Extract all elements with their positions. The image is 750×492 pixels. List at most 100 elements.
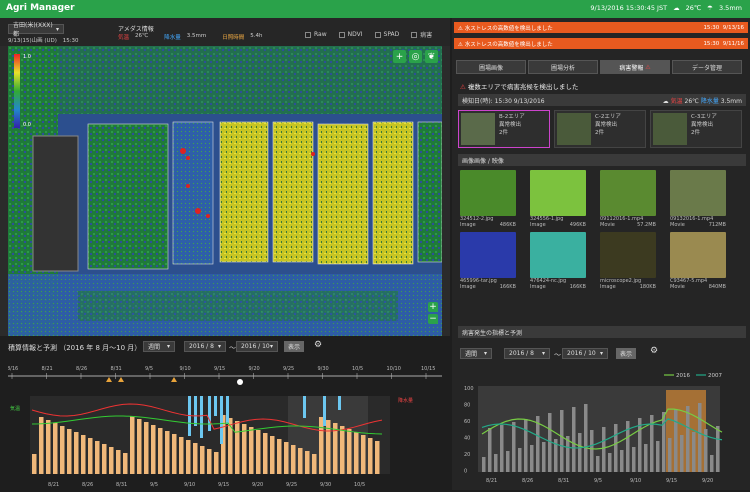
- temp-bar: [284, 442, 289, 474]
- timeline-label: 8/31: [111, 366, 122, 372]
- timeline[interactable]: 8/16 8/21 8/26 8/31 9/5 9/10 9/15 9/20 9/25 9/30 1…: [7, 362, 442, 388]
- right-panel: ⚠ 水ストレスの高数値を検出しました 15:30 9/13/16 ⚠ 水ストレス…: [452, 18, 750, 490]
- media-size: 840MB: [708, 284, 726, 290]
- app-header: Agri Manager 9/13/2016 15:30:45 JST ☁ 26…: [0, 0, 750, 18]
- forecast-bar: [662, 412, 666, 472]
- field-map[interactable]: 1.0 0.0 + ◎ ❦ + −: [8, 46, 442, 336]
- temp-bar: [291, 445, 296, 474]
- timeline-svg: 8/16 8/21 8/26 8/31 9/5 9/10 9/15 9/20 9/25 9/30 1…: [7, 366, 442, 385]
- timeline-label: 10/5: [352, 366, 363, 372]
- alert-banner[interactable]: ⚠ 水ストレスの高数値を検出しました 15:30 9/11/16: [454, 38, 748, 49]
- timeline-label: 9/10: [180, 366, 191, 372]
- layer-spad-checkbox[interactable]: SPAD: [374, 30, 399, 39]
- temp-bar: [39, 417, 44, 474]
- layer-disease-checkbox[interactable]: 病害: [411, 30, 432, 39]
- media-item[interactable]: 324556-1.jpg Image 496KB: [530, 170, 586, 228]
- temp-bar: [46, 420, 51, 474]
- media-item[interactable]: C93467-5.mp4 Movie 840MB: [670, 232, 726, 290]
- show-button[interactable]: 表示: [616, 348, 637, 359]
- media-item[interactable]: 476424-nc.jpg Image 166KB: [530, 232, 586, 290]
- status-bar: 9/13/2016 15:30:45 JST ☁ 26℃ ☂ 3.5mm: [590, 4, 742, 12]
- media-item[interactable]: microscope2.jpg Image 180KB: [600, 232, 656, 290]
- temp-bar: [312, 454, 317, 474]
- y-tick-label: 100: [464, 386, 474, 392]
- forecast-controls: 週間 ▾ 2016 / 8 ▾ 〜 2016 / 10 ▾ 表示 ⚙: [460, 346, 740, 360]
- forecast-bar: [506, 451, 510, 472]
- temp-bar: [116, 450, 121, 474]
- temp-bar: [109, 447, 114, 474]
- to-select[interactable]: 2016 / 10 ▾: [562, 348, 608, 359]
- timeline-label: 9/15: [214, 366, 225, 372]
- zoom-plus-button[interactable]: +: [428, 302, 438, 312]
- temp-bar: [214, 452, 219, 474]
- warning-icon: ⚠: [460, 83, 466, 91]
- rain-bar: [220, 396, 223, 444]
- from-select[interactable]: 2016 / 8 ▾: [184, 341, 226, 352]
- rainfall: 3.5mm: [718, 4, 742, 12]
- gear-icon[interactable]: ⚙: [650, 346, 658, 356]
- media-item[interactable]: 324512-2.jpg Image 486KB: [460, 170, 516, 228]
- to-select[interactable]: 2016 / 10 ▾: [236, 341, 278, 352]
- forecast-bar: [602, 427, 606, 472]
- gear-icon[interactable]: ⚙: [314, 340, 322, 350]
- temp-bar: [235, 421, 240, 474]
- rain-bar: [303, 396, 306, 418]
- x-axis-label: 9/30: [320, 482, 331, 488]
- media-type: Movie: [600, 222, 615, 228]
- alert-banner[interactable]: ⚠ 水ストレスの高数値を検出しました 15:30 9/13/16: [454, 22, 748, 33]
- period-select[interactable]: 週間 ▾: [460, 348, 492, 359]
- forecast-bar: [668, 438, 672, 472]
- tab-field-images[interactable]: 圃場画像: [456, 60, 526, 74]
- forecast-bar: [656, 441, 660, 472]
- timeline-label: 8/21: [42, 366, 53, 372]
- layer-raw-checkbox[interactable]: Raw: [305, 30, 327, 39]
- area-thumbnail: [653, 113, 687, 145]
- forecast-bar: [488, 428, 492, 472]
- rain-bar: [323, 396, 326, 426]
- period-select[interactable]: 週間 ▾: [143, 341, 175, 352]
- timeline-label: 9/20: [249, 366, 260, 372]
- temp-bar: [249, 427, 254, 474]
- temp-bar: [144, 422, 149, 474]
- temp-bar: [319, 417, 324, 474]
- field-select[interactable]: 吉田(米)(XXX)都 ▾: [8, 22, 64, 38]
- area-thumbnail: [557, 113, 591, 145]
- temp-bar: [368, 438, 373, 474]
- temp-bar: [123, 453, 128, 474]
- show-button[interactable]: 表示: [284, 341, 305, 352]
- media-item[interactable]: 465996-tar.jpg Image 166KB: [460, 232, 516, 290]
- zoom-in-button[interactable]: +: [393, 50, 406, 63]
- target-button[interactable]: ◎: [409, 50, 422, 63]
- layer-toggles: Raw NDVI SPAD 病害: [305, 30, 432, 39]
- from-select[interactable]: 2016 / 8 ▾: [504, 348, 550, 359]
- y-tick-label: 0: [464, 469, 467, 475]
- weather-header: 積算情報と予測 （2016 年 8 月〜10 月） 週間 ▾ 2016 / 8 ▾ …: [8, 340, 323, 352]
- forecast-bar: [572, 407, 576, 472]
- x-axis-label: 8/21: [48, 482, 59, 488]
- tab-bar: 圃場画像 圃場分析 病害警報 ⚠ データ管理: [456, 60, 742, 74]
- x-axis-label: 8/26: [82, 482, 93, 488]
- forecast-bar: [482, 457, 486, 472]
- media-item[interactable]: 09112016-1.mp4 Movie 57.2MB: [600, 170, 656, 228]
- map-header: 吉田(米)(XXX)都 ▾ 9/13(15)山画 (UD) 15:30 アメダス情…: [0, 18, 450, 46]
- chevron-down-icon: ▾: [599, 350, 603, 357]
- leaf-button[interactable]: ❦: [425, 50, 438, 63]
- cloud-icon: ☁: [662, 97, 669, 105]
- temp-bar: [165, 431, 170, 474]
- layer-ndvi-checkbox[interactable]: NDVI: [338, 30, 363, 39]
- forecast-bar: [644, 444, 648, 472]
- tab-field-analysis[interactable]: 圃場分析: [528, 60, 598, 74]
- media-item[interactable]: 09132016-1.mp4 Movie 712MB: [670, 170, 726, 228]
- right2-axis-label: 降水量: [398, 397, 413, 404]
- warning-icon: ⚠: [458, 41, 463, 48]
- x-axis-label: 9/5: [150, 482, 158, 488]
- field-map-svg: [8, 46, 442, 336]
- forecast-bar: [494, 454, 498, 472]
- tab-disease-alert[interactable]: 病害警報 ⚠: [600, 60, 670, 74]
- area-card[interactable]: C-2エリア 異常検出 2件: [554, 110, 646, 148]
- tab-data-management[interactable]: データ管理: [672, 60, 742, 74]
- area-card[interactable]: C-3エリア 異常検出 2件: [650, 110, 742, 148]
- zoom-minus-button[interactable]: −: [428, 314, 438, 324]
- rain-bar: [200, 396, 203, 438]
- area-card[interactable]: B-2エリア 異常検出 2件: [458, 110, 550, 148]
